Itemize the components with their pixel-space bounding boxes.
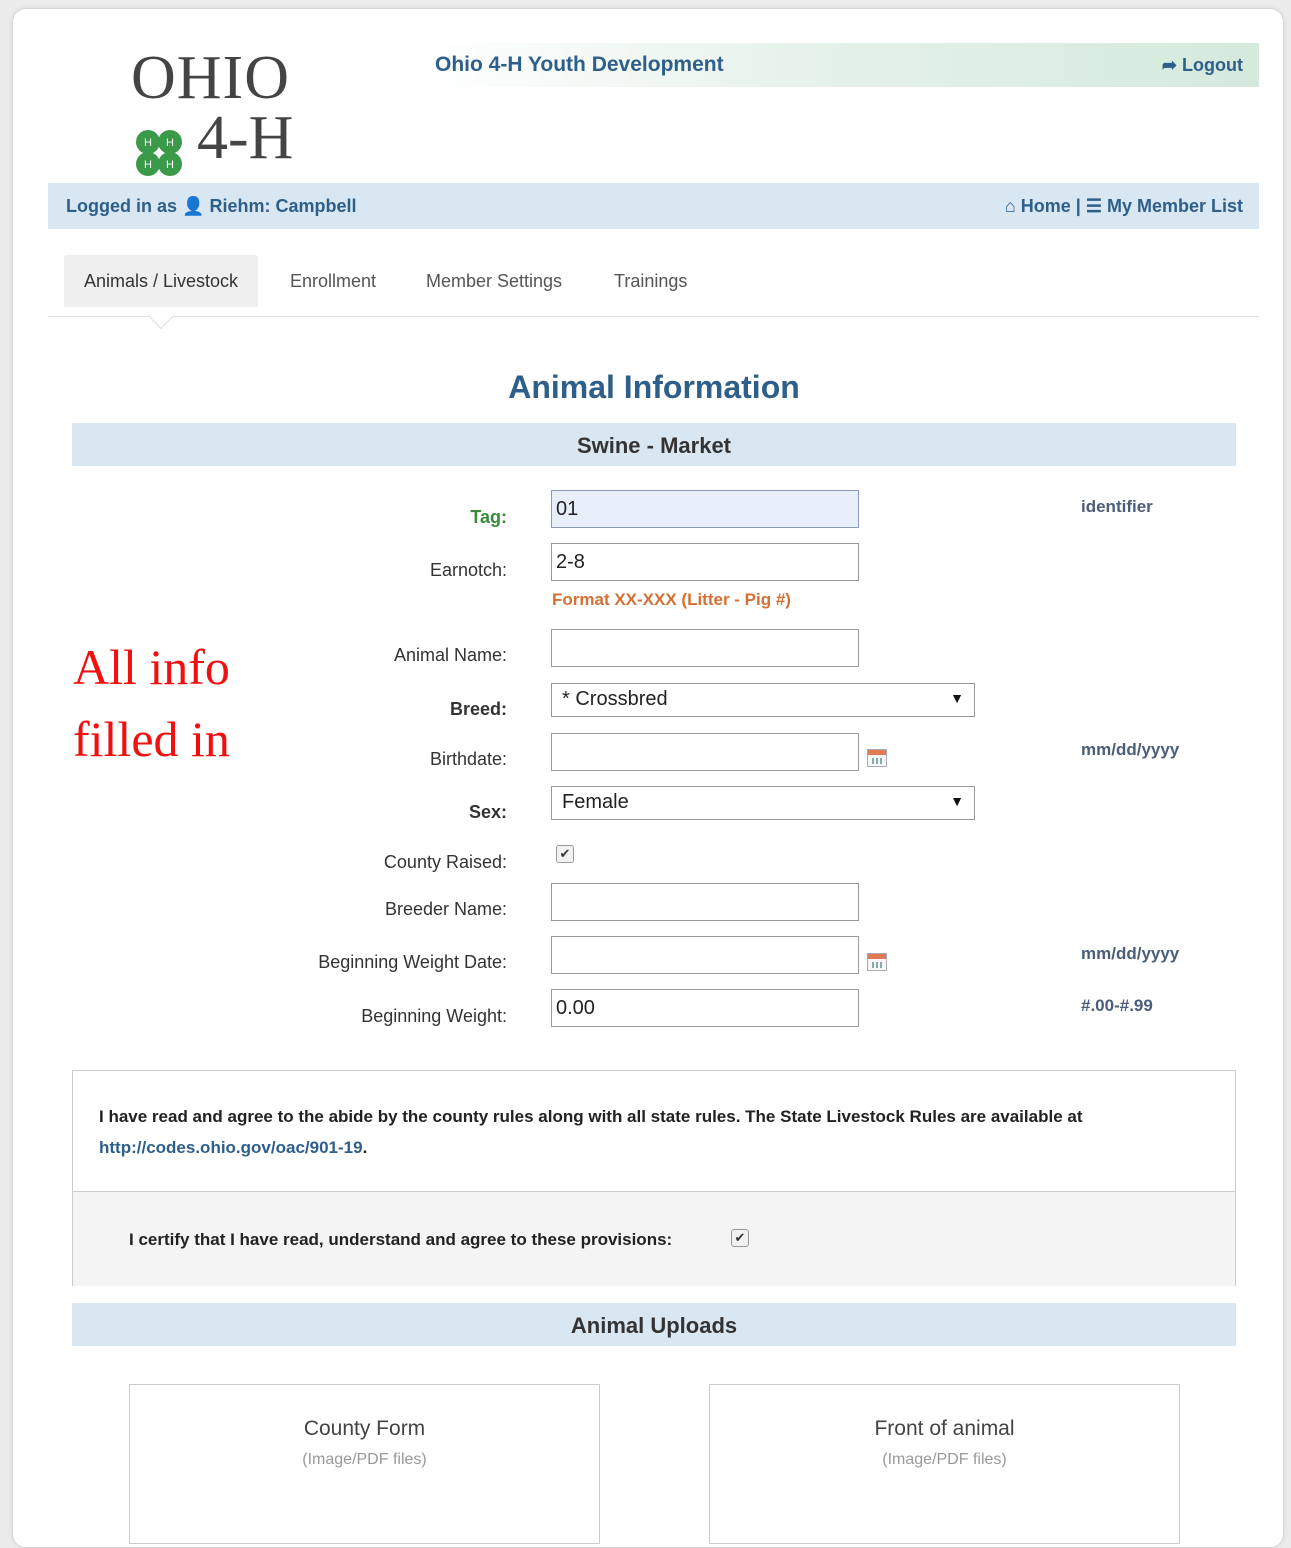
page-title: Animal Information xyxy=(508,369,800,405)
page-card: OHIO H H H H 4-H Ohio 4-H Youth Developm… xyxy=(12,8,1284,1548)
dropdown-arrow-icon: ▼ xyxy=(950,793,964,809)
active-tab-caret xyxy=(148,315,174,329)
annotation-line-1: All info xyxy=(73,639,230,695)
breeder-name-input[interactable] xyxy=(551,883,859,921)
breeder-name-label: Breeder Name: xyxy=(384,899,507,919)
home-label: Home xyxy=(1020,196,1071,216)
certify-label: I certify that I have read, understand a… xyxy=(129,1230,673,1249)
beginning-weight-label: Beginning Weight: xyxy=(361,1006,507,1026)
upload-subtitle: (Image/PDF files) xyxy=(882,1451,1007,1468)
animal-name-label: Animal Name: xyxy=(393,645,507,665)
tab-label: Enrollment xyxy=(290,271,377,291)
calendar-icon[interactable] xyxy=(867,749,887,767)
logged-in-as: Logged in as 👤 Riehm: Campbell xyxy=(66,196,357,217)
sex-value: Female xyxy=(562,791,629,813)
home-icon: ⌂ xyxy=(1004,196,1016,216)
upload-title: Front of animal xyxy=(874,1417,1015,1440)
birthdate-input[interactable] xyxy=(551,733,859,771)
tag-input[interactable] xyxy=(551,490,859,528)
upload-county-form[interactable]: County Form (Image/PDF files) xyxy=(129,1384,600,1544)
breed-select[interactable]: * Crossbred ▼ xyxy=(551,683,975,717)
rules-text: I have read and agree to the abide by th… xyxy=(99,1101,1199,1163)
earnotch-format-hint: Format XX-XXX (Litter - Pig #) xyxy=(552,590,791,609)
beginning-weight-input[interactable] xyxy=(551,989,859,1027)
tab-label: Member Settings xyxy=(426,271,563,291)
state-rules-link[interactable]: http://codes.ohio.gov/oac/901-19 xyxy=(99,1138,363,1157)
member-list-link[interactable]: ☰ My Member List xyxy=(1086,196,1243,216)
breed-label: Breed: xyxy=(449,699,507,719)
upload-front-of-animal[interactable]: Front of animal (Image/PDF files) xyxy=(709,1384,1180,1544)
user-nav: ⌂ Home | ☰ My Member List xyxy=(1005,196,1243,217)
animal-name-input[interactable] xyxy=(551,629,859,667)
birthdate-label: Birthdate: xyxy=(429,749,507,769)
section-header: Swine - Market xyxy=(72,423,1236,466)
logout-icon: ➦ xyxy=(1161,55,1177,75)
user-icon: 👤 xyxy=(182,196,205,216)
earnotch-input[interactable] xyxy=(551,543,859,581)
certify-row: I certify that I have read, understand a… xyxy=(73,1191,1235,1286)
dropdown-arrow-icon: ▼ xyxy=(950,690,964,706)
svg-text:H: H xyxy=(144,137,152,149)
site-title: Ohio 4-H Youth Development xyxy=(435,53,724,76)
beginning-weight-date-input[interactable] xyxy=(551,936,859,974)
beginning-weight-date-hint: mm/dd/yyyy xyxy=(1081,944,1180,963)
tab-animals-livestock[interactable]: Animals / Livestock xyxy=(64,255,259,307)
sex-label: Sex: xyxy=(468,802,507,822)
county-raised-checkbox[interactable]: ✔ xyxy=(556,845,574,863)
home-link[interactable]: ⌂ Home xyxy=(1005,196,1076,216)
user-name: Riehm: Campbell xyxy=(209,196,357,216)
breed-value: * Crossbred xyxy=(562,688,668,710)
tab-bar: Animals / Livestock Enrollment Member Se… xyxy=(48,255,1259,317)
sex-select[interactable]: Female ▼ xyxy=(551,786,975,820)
beginning-weight-date-label: Beginning Weight Date: xyxy=(318,952,507,972)
svg-text:H: H xyxy=(144,159,152,171)
rules-text-body: I have read and agree to the abide by th… xyxy=(99,1107,1083,1126)
county-raised-label: County Raised: xyxy=(383,852,507,872)
calendar-icon[interactable] xyxy=(867,953,887,971)
list-icon: ☰ xyxy=(1085,196,1102,216)
svg-text:H: H xyxy=(166,159,174,171)
annotation-text: All info filled in xyxy=(73,631,230,775)
rules-panel: I have read and agree to the abide by th… xyxy=(72,1070,1236,1286)
logout-label: Logout xyxy=(1182,55,1243,75)
ohio-4h-logo[interactable]: OHIO H H H H 4-H xyxy=(129,43,319,176)
tab-member-settings[interactable]: Member Settings xyxy=(406,255,582,307)
tab-label: Trainings xyxy=(614,271,688,291)
tab-label: Animals / Livestock xyxy=(84,271,239,291)
nav-separator: | xyxy=(1075,196,1081,216)
logged-in-label: Logged in as xyxy=(66,196,178,216)
tab-enrollment[interactable]: Enrollment xyxy=(270,255,396,307)
birthdate-hint: mm/dd/yyyy xyxy=(1081,740,1180,759)
tag-hint: identifier xyxy=(1081,497,1153,516)
upload-title: County Form xyxy=(303,1417,426,1440)
annotation-line-2: filled in xyxy=(73,711,230,767)
rules-text-end: . xyxy=(362,1138,368,1157)
upload-subtitle: (Image/PDF files) xyxy=(302,1451,427,1468)
earnotch-label: Earnotch: xyxy=(429,560,507,580)
beginning-weight-hint: #.00-#.99 xyxy=(1081,996,1153,1015)
logo-4h-text: 4-H xyxy=(197,104,294,172)
uploads-header: Animal Uploads xyxy=(72,1303,1236,1346)
member-list-label: My Member List xyxy=(1106,196,1243,216)
tab-trainings[interactable]: Trainings xyxy=(594,255,707,307)
certify-checkbox[interactable]: ✔ xyxy=(731,1229,749,1247)
logout-link[interactable]: ➦ Logout xyxy=(1162,55,1243,76)
clover-icon: H H H H xyxy=(136,130,182,176)
tag-label: Tag: xyxy=(470,507,507,527)
user-bar: Logged in as 👤 Riehm: Campbell ⌂ Home | … xyxy=(48,183,1259,229)
header-bar: Ohio 4-H Youth Development ➦ Logout xyxy=(421,43,1259,87)
svg-text:H: H xyxy=(166,137,174,149)
